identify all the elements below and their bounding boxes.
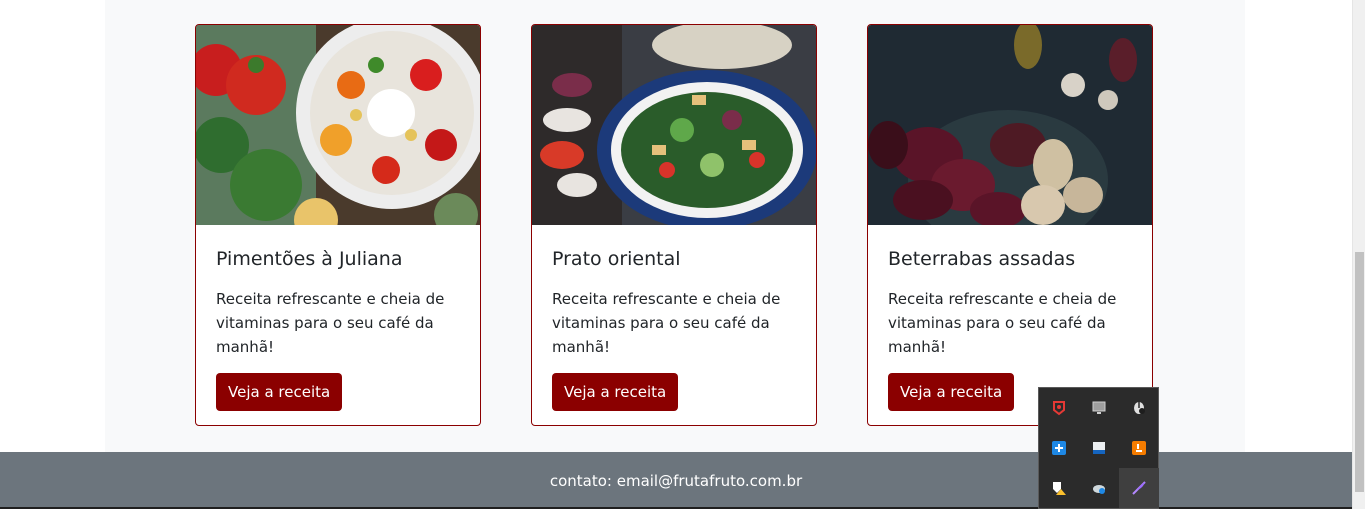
card-description: Receita refrescante e cheia de vitaminas…: [888, 290, 1117, 356]
view-recipe-button[interactable]: Veja a receita: [552, 373, 679, 411]
view-recipe-button[interactable]: Veja a receita: [216, 373, 343, 411]
network-app-icon[interactable]: [1039, 428, 1079, 468]
display-icon[interactable]: [1079, 388, 1119, 428]
feather-icon[interactable]: [1119, 468, 1159, 508]
recipes-section: Pimentões à Juliana Receita refrescante …: [105, 0, 1245, 452]
card-description: Receita refrescante e cheia de vitaminas…: [552, 290, 781, 356]
card-title: Prato oriental: [552, 248, 681, 270]
antivirus-icon[interactable]: [1039, 388, 1079, 428]
vertical-scrollbar[interactable]: [1352, 0, 1365, 509]
recipe-image-beterrabas: [868, 25, 1152, 225]
recipe-image-prato-oriental: [532, 25, 816, 225]
recipe-card-pimentoes: Pimentões à Juliana Receita refrescante …: [195, 24, 481, 426]
card-title: Pimentões à Juliana: [216, 248, 403, 270]
window-icon[interactable]: [1079, 428, 1119, 468]
footer-contact: contato: email@frutafruto.com.br: [549, 471, 803, 490]
card-title: Beterrabas assadas: [888, 248, 1076, 270]
view-recipe-button[interactable]: Veja a receita: [888, 373, 1015, 411]
cloud-sync-icon[interactable]: [1079, 468, 1119, 508]
mouse-icon[interactable]: [1119, 388, 1159, 428]
page: Pimentões à Juliana Receita refrescante …: [0, 0, 1365, 509]
card-description: Receita refrescante e cheia de vitaminas…: [216, 290, 445, 356]
java-icon[interactable]: [1119, 428, 1159, 468]
recipe-image-pimentoes: [196, 25, 480, 225]
scrollbar-thumb[interactable]: [1355, 252, 1364, 492]
recipe-card-beterrabas: Beterrabas assadas Receita refrescante e…: [867, 24, 1153, 426]
system-tray-overflow: [1038, 387, 1159, 509]
defender-warning-icon[interactable]: [1039, 468, 1079, 508]
recipe-card-prato-oriental: Prato oriental Receita refrescante e che…: [531, 24, 817, 426]
